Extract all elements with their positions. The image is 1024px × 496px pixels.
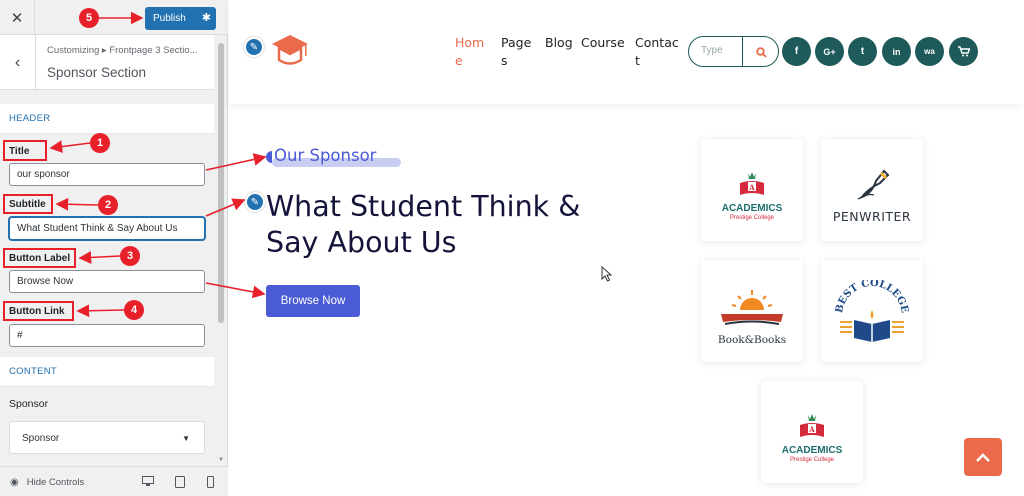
svg-text:A: A — [808, 425, 815, 434]
scroll-to-top-button[interactable] — [964, 438, 1002, 476]
hide-controls-button[interactable]: ◉ Hide Controls — [10, 477, 84, 488]
tablet-preview-icon[interactable] — [175, 476, 185, 491]
sponsor-name: Book&Books — [717, 334, 787, 346]
customizer-footer: ◉ Hide Controls — [0, 466, 228, 496]
sponsor-tagline: Prestige College — [789, 457, 835, 463]
chevron-left-icon: ‹ — [14, 53, 21, 71]
subtitle-input[interactable]: What Student Think & Say About Us — [9, 217, 205, 240]
sponsor-name: PENWRITER — [832, 209, 912, 224]
linkedin-icon[interactable]: in — [882, 37, 911, 66]
sponsor-logo-card[interactable]: PENWRITER — [821, 139, 923, 241]
section-eyebrow: Our Sponsor — [274, 146, 377, 165]
section-title: Sponsor Section — [47, 65, 147, 80]
highlight-box — [3, 140, 47, 161]
google-plus-icon[interactable]: G+ — [815, 37, 844, 66]
breadcrumb: Customizing ▸ Frontpage 3 Sectio... — [47, 45, 198, 56]
panel-scrollbar[interactable]: ▼ — [215, 35, 227, 465]
sponsor-name: ACADEMICS — [781, 445, 843, 456]
svg-text:BEST COLLEGE: BEST COLLEGE — [834, 280, 910, 314]
edit-shortcut-icon[interactable]: ✎ — [244, 37, 264, 57]
mobile-preview-icon[interactable] — [207, 476, 214, 491]
edit-shortcut-icon[interactable]: ✎ — [245, 192, 265, 212]
collapse-icon: ◉ — [10, 477, 19, 488]
search-icon[interactable] — [742, 37, 778, 66]
nav-item-blog[interactable]: Blog — [545, 34, 579, 52]
sponsor-logo-card[interactable]: A ACADEMICS Prestige College — [761, 381, 863, 483]
close-icon[interactable]: ✕ — [0, 0, 35, 35]
sponsor-logo-card[interactable]: BEST COLLEGE — [821, 260, 923, 362]
logo-icon[interactable] — [270, 33, 310, 74]
sponsor-tagline: Prestige College — [729, 215, 775, 221]
caret-down-icon: ▼ — [182, 434, 190, 443]
sponsor-name: BEST COLLEGE — [834, 280, 910, 314]
site-header: ✎ Home Pages Blog Course Contact Type f — [229, 0, 1024, 104]
customizer-panel: ✕ Publish ✱ ‹ Customizing ▸ Frontpage 3 … — [0, 0, 228, 496]
mouse-cursor-icon — [601, 266, 613, 282]
annotation-marker: 3 — [120, 246, 140, 266]
cart-icon[interactable] — [949, 37, 978, 66]
back-button[interactable]: ‹ — [0, 35, 36, 90]
customizer-topbar: ✕ Publish ✱ — [0, 0, 228, 35]
hide-controls-label: Hide Controls — [26, 477, 85, 488]
nav-item-course[interactable]: Course — [581, 34, 627, 52]
header-group-title: HEADER — [0, 104, 214, 134]
highlight-box — [3, 248, 76, 268]
sponsor-name: ACADEMICS — [721, 203, 783, 214]
sponsor-label: Sponsor — [9, 398, 49, 410]
browse-now-button[interactable]: Browse Now — [266, 285, 360, 317]
scroll-down-icon[interactable]: ▼ — [218, 457, 224, 463]
nav-item-pages[interactable]: Pages — [501, 34, 535, 70]
sponsor-logo-card[interactable]: Book&Books — [701, 260, 803, 362]
scrollbar-thumb[interactable] — [218, 43, 224, 323]
search-box[interactable]: Type — [688, 36, 779, 67]
button-label-input[interactable]: Browse Now — [9, 270, 205, 293]
sponsor-select[interactable]: Sponsor ▼ — [9, 421, 205, 454]
annotation-marker: 5 — [79, 8, 99, 28]
sponsor-logo-card[interactable]: A ACADEMICS Prestige College — [701, 139, 803, 241]
twitter-icon[interactable]: t — [848, 37, 877, 66]
gear-icon[interactable]: ✱ — [202, 11, 211, 24]
publish-label: Publish — [153, 13, 186, 24]
title-input[interactable]: our sponsor — [9, 163, 205, 186]
publish-button[interactable]: Publish ✱ — [145, 7, 216, 30]
section-header: ‹ Customizing ▸ Frontpage 3 Sectio... Sp… — [0, 35, 214, 90]
sponsor-select-value: Sponsor — [22, 433, 60, 444]
content-group-title: CONTENT — [0, 357, 214, 387]
annotation-marker: 2 — [98, 195, 118, 215]
highlight-box — [3, 301, 74, 321]
eyebrow-marker — [266, 151, 272, 163]
annotation-marker: 4 — [124, 300, 144, 320]
search-input[interactable]: Type — [701, 45, 723, 56]
nav-item-contact[interactable]: Contact — [635, 34, 681, 70]
annotation-marker: 1 — [90, 133, 110, 153]
whatsapp-icon[interactable]: wa — [915, 37, 944, 66]
desktop-preview-icon[interactable] — [142, 476, 154, 490]
button-link-input[interactable]: # — [9, 324, 205, 347]
nav-item-home[interactable]: Home — [455, 34, 489, 70]
facebook-icon[interactable]: f — [782, 37, 811, 66]
site-preview: ✎ Home Pages Blog Course Contact Type f — [229, 0, 1024, 496]
highlight-box — [3, 194, 53, 214]
section-headline: What Student Think & Say About Us — [266, 190, 581, 259]
svg-text:A: A — [748, 183, 755, 192]
